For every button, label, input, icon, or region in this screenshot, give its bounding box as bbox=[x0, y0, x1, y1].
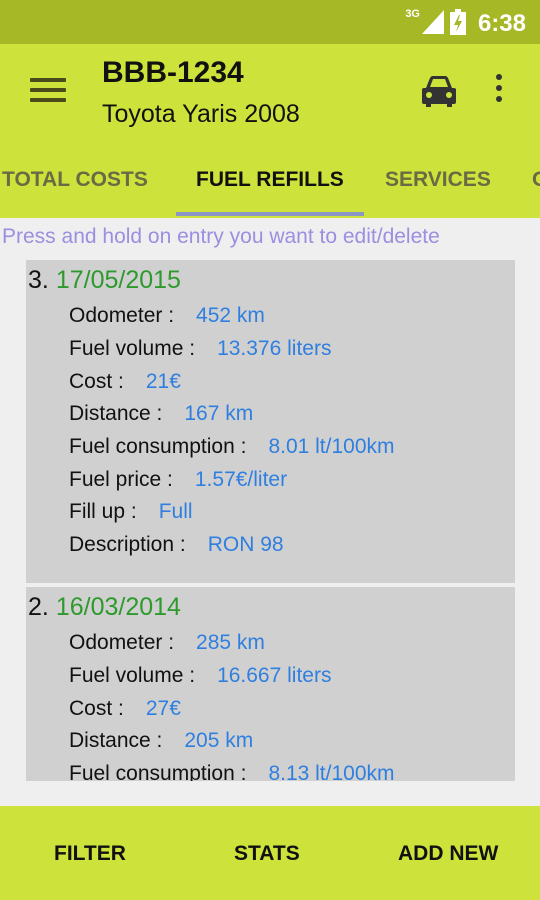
entry-number: 3. bbox=[28, 266, 49, 294]
vehicle-model: Toyota Yaris 2008 bbox=[102, 100, 300, 128]
row-value: 452 km bbox=[196, 304, 265, 327]
row-value: 8.01 lt/100km bbox=[268, 435, 395, 458]
row-value: 285 km bbox=[196, 631, 265, 654]
row-value: 21€ bbox=[145, 370, 181, 393]
stats-button[interactable]: STATS bbox=[234, 842, 300, 866]
entry-row-distance: Distance : 167 km bbox=[69, 402, 253, 426]
row-value: 8.13 lt/100km bbox=[268, 762, 395, 781]
entry-number: 2. bbox=[28, 593, 49, 621]
entry-header: 2. 16/03/2014 bbox=[28, 593, 181, 622]
hamburger-menu-icon[interactable] bbox=[30, 78, 66, 106]
row-value: 13.376 liters bbox=[217, 337, 332, 360]
row-label: Distance : bbox=[69, 729, 163, 752]
row-value: 16.667 liters bbox=[217, 664, 332, 687]
row-value: RON 98 bbox=[207, 533, 284, 556]
entry-row-fuel-price: Fuel price : 1.57€/liter bbox=[69, 468, 287, 492]
row-value: Full bbox=[158, 500, 193, 523]
tab-services[interactable]: SERVICES bbox=[385, 168, 491, 192]
refill-list[interactable]: 3. 17/05/2015 Odometer : 452 km Fuel volu… bbox=[26, 260, 515, 781]
row-label: Description : bbox=[69, 533, 186, 556]
refill-entry[interactable]: 3. 17/05/2015 Odometer : 452 km Fuel volu… bbox=[26, 260, 515, 583]
entry-row-cost: Cost : 27€ bbox=[69, 697, 181, 721]
battery-icon bbox=[450, 9, 466, 35]
row-label: Cost : bbox=[69, 697, 124, 720]
row-label: Fuel price : bbox=[69, 468, 173, 491]
tab-overflow[interactable]: O bbox=[532, 168, 540, 192]
entry-row-description: Description : RON 98 bbox=[69, 533, 284, 557]
row-label: Fill up : bbox=[69, 500, 137, 523]
row-label: Fuel consumption : bbox=[69, 435, 247, 458]
bottom-action-bar: FILTER STATS ADD NEW bbox=[0, 806, 540, 900]
row-label: Fuel consumption : bbox=[69, 762, 247, 781]
tab-fuel-refills[interactable]: FUEL REFILLS bbox=[196, 168, 344, 192]
entry-row-fuel-consumption: Fuel consumption : 8.13 lt/100km bbox=[69, 762, 395, 781]
row-value: 27€ bbox=[145, 697, 181, 720]
entry-header: 3. 17/05/2015 bbox=[28, 266, 181, 295]
entry-row-fuel-volume: Fuel volume : 13.376 liters bbox=[69, 337, 331, 361]
row-value: 1.57€/liter bbox=[194, 468, 288, 491]
entry-row-distance: Distance : 205 km bbox=[69, 729, 253, 753]
entry-row-fill-up: Fill up : Full bbox=[69, 500, 193, 524]
edit-hint: Press and hold on entry you want to edit… bbox=[2, 225, 440, 248]
signal-icon bbox=[422, 10, 444, 34]
add-new-button[interactable]: ADD NEW bbox=[398, 842, 498, 866]
row-value: 167 km bbox=[184, 402, 254, 425]
car-icon[interactable] bbox=[420, 74, 458, 108]
row-label: Odometer : bbox=[69, 304, 175, 327]
row-label: Odometer : bbox=[69, 631, 175, 654]
more-vert-icon[interactable] bbox=[494, 74, 504, 108]
vehicle-plate: BBB-1234 bbox=[102, 56, 244, 89]
refill-entry[interactable]: 2. 16/03/2014 Odometer : 285 km Fuel volu… bbox=[26, 587, 515, 781]
row-value: 205 km bbox=[184, 729, 254, 752]
network-type: 3G bbox=[405, 8, 420, 20]
entry-date: 16/03/2014 bbox=[55, 593, 181, 621]
active-tab-indicator bbox=[176, 212, 364, 216]
entry-row-odometer: Odometer : 285 km bbox=[69, 631, 265, 655]
row-label: Cost : bbox=[69, 370, 124, 393]
filter-button[interactable]: FILTER bbox=[54, 842, 126, 866]
app-bar: BBB-1234 Toyota Yaris 2008 bbox=[0, 44, 540, 144]
clock: 6:38 bbox=[477, 10, 526, 37]
tab-total-costs[interactable]: TOTAL COSTS bbox=[2, 168, 148, 192]
row-label: Fuel volume : bbox=[69, 337, 196, 360]
entry-date: 17/05/2015 bbox=[55, 266, 181, 294]
entry-row-cost: Cost : 21€ bbox=[69, 370, 181, 394]
row-label: Distance : bbox=[69, 402, 163, 425]
status-bar: 3G 6:38 bbox=[0, 0, 540, 44]
entry-row-fuel-consumption: Fuel consumption : 8.01 lt/100km bbox=[69, 435, 395, 459]
tab-bar: TOTAL COSTS FUEL REFILLS SERVICES O bbox=[0, 144, 540, 218]
row-label: Fuel volume : bbox=[69, 664, 196, 687]
entry-row-odometer: Odometer : 452 km bbox=[69, 304, 265, 328]
entry-row-fuel-volume: Fuel volume : 16.667 liters bbox=[69, 664, 331, 688]
